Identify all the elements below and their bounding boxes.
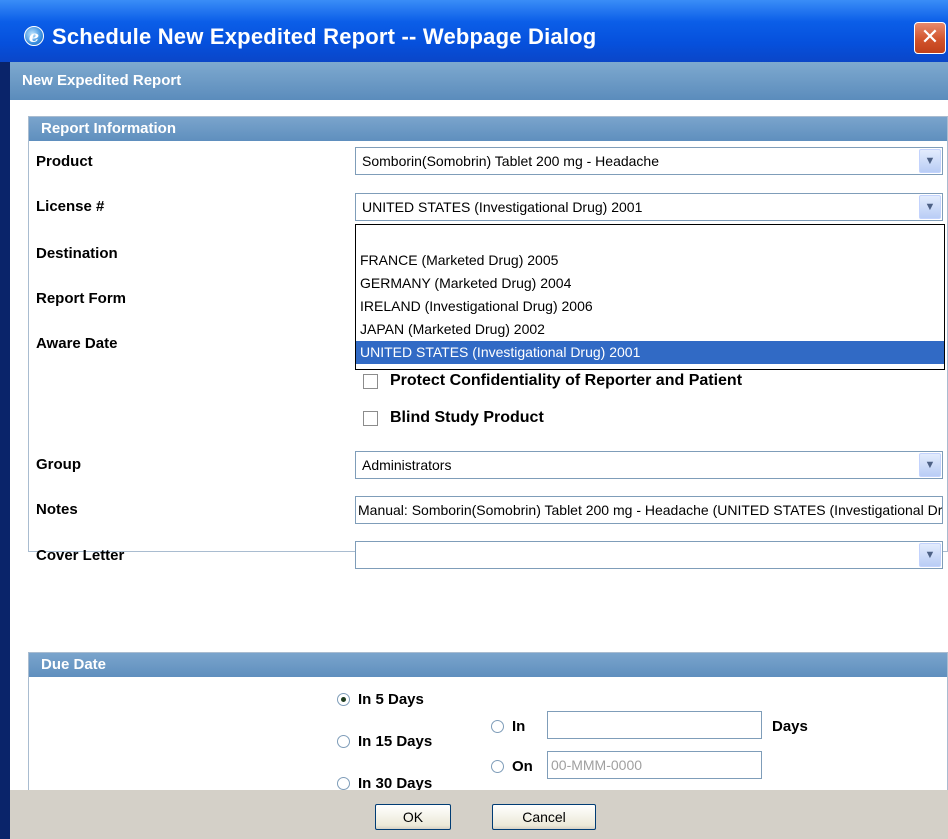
chevron-down-icon[interactable]: ▼ bbox=[919, 453, 941, 477]
cover-letter-label: Cover Letter bbox=[36, 547, 125, 564]
notes-input[interactable]: Manual: Somborin(Somobrin) Tablet 200 mg… bbox=[355, 496, 943, 524]
notes-label: Notes bbox=[36, 501, 78, 518]
window-title: Schedule New Expedited Report -- Webpage… bbox=[52, 24, 597, 49]
aware-date-label: Aware Date bbox=[36, 335, 118, 352]
product-select[interactable]: Somborin(Somobrin) Tablet 200 mg - Heada… bbox=[355, 147, 943, 175]
checkbox-box[interactable] bbox=[363, 410, 378, 426]
group-select[interactable]: Administrators ▼ bbox=[355, 451, 943, 479]
radio-on-label: On bbox=[512, 758, 533, 775]
license-option[interactable]: JAPAN (Marketed Drug) 2002 bbox=[356, 318, 944, 341]
group-select-value: Administrators bbox=[362, 457, 452, 473]
title-bar[interactable]: e Schedule New Expedited Report -- Webpa… bbox=[0, 0, 948, 62]
protect-confidentiality-checkbox[interactable]: Protect Confidentiality of Reporter and … bbox=[363, 372, 742, 390]
group-label: Group bbox=[36, 456, 81, 473]
license-dropdown-list[interactable]: FRANCE (Marketed Drug) 2005 GERMANY (Mar… bbox=[355, 224, 945, 370]
product-label: Product bbox=[36, 153, 93, 170]
radio-circle-selected[interactable] bbox=[337, 693, 350, 706]
radio-in-label: In bbox=[512, 718, 526, 735]
radio-circle[interactable] bbox=[491, 760, 504, 773]
protect-confidentiality-label: Protect Confidentiality of Reporter and … bbox=[390, 372, 743, 389]
blind-study-label: Blind Study Product bbox=[390, 409, 544, 426]
blind-study-checkbox[interactable]: Blind Study Product bbox=[363, 409, 544, 427]
checkbox-box[interactable] bbox=[363, 373, 378, 389]
radio-in-5-days-label: In 5 Days bbox=[358, 691, 424, 708]
cover-letter-select[interactable]: ▼ bbox=[355, 541, 943, 569]
product-select-value: Somborin(Somobrin) Tablet 200 mg - Heada… bbox=[362, 153, 660, 169]
chevron-down-icon[interactable]: ▼ bbox=[919, 543, 941, 567]
license-option[interactable]: FRANCE (Marketed Drug) 2005 bbox=[356, 249, 944, 272]
license-option[interactable] bbox=[356, 225, 944, 248]
license-option[interactable]: GERMANY (Marketed Drug) 2004 bbox=[356, 272, 944, 295]
license-select-value: UNITED STATES (Investigational Drug) 200… bbox=[362, 199, 643, 215]
radio-on-date[interactable]: On bbox=[491, 758, 533, 775]
license-select[interactable]: UNITED STATES (Investigational Drug) 200… bbox=[355, 193, 943, 221]
dialog-body: New Expedited Report Report Information … bbox=[10, 62, 948, 839]
ie-logo-icon: e bbox=[24, 26, 44, 46]
days-label: Days bbox=[772, 718, 808, 735]
due-date-heading: Due Date bbox=[29, 653, 947, 677]
button-bar: OK Cancel bbox=[10, 790, 948, 839]
radio-in-15-days-label: In 15 Days bbox=[358, 733, 433, 750]
chevron-down-icon[interactable]: ▼ bbox=[919, 149, 941, 173]
radio-in-15-days[interactable]: In 15 Days bbox=[337, 733, 432, 750]
license-option[interactable]: IRELAND (Investigational Drug) 2006 bbox=[356, 295, 944, 318]
in-days-input[interactable] bbox=[547, 711, 762, 739]
close-button[interactable]: ✕ bbox=[914, 22, 946, 54]
license-option-selected[interactable]: UNITED STATES (Investigational Drug) 200… bbox=[356, 341, 944, 364]
radio-in-5-days[interactable]: In 5 Days bbox=[337, 691, 424, 708]
chevron-down-icon[interactable]: ▼ bbox=[919, 195, 941, 219]
radio-in-custom[interactable]: In bbox=[491, 718, 525, 735]
cancel-button[interactable]: Cancel bbox=[492, 804, 596, 830]
destination-label: Destination bbox=[36, 245, 118, 262]
on-date-input[interactable]: 00-MMM-0000 bbox=[547, 751, 762, 779]
dialog-window: e Schedule New Expedited Report -- Webpa… bbox=[0, 0, 948, 839]
radio-circle[interactable] bbox=[491, 720, 504, 733]
ok-button[interactable]: OK bbox=[375, 804, 451, 830]
report-form-label: Report Form bbox=[36, 290, 126, 307]
report-information-heading: Report Information bbox=[29, 117, 947, 141]
dialog-subheader: New Expedited Report bbox=[10, 62, 948, 100]
license-label: License # bbox=[36, 198, 105, 215]
radio-circle[interactable] bbox=[337, 735, 350, 748]
radio-circle[interactable] bbox=[337, 777, 350, 790]
